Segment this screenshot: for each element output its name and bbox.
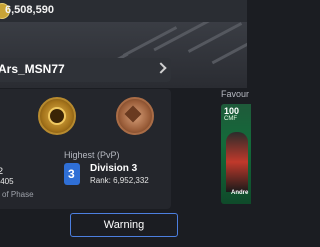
stat-value: 2 <box>0 166 4 176</box>
division-text: Division 3 <box>90 163 138 174</box>
warning-button-label: Warning <box>103 219 145 231</box>
rank-text: Rank: 6,952,332 <box>90 176 149 185</box>
warning-button[interactable]: Warning <box>70 213 178 237</box>
coin-balance: 6,508,590 <box>5 4 54 16</box>
stat-caption: l of Phase <box>0 190 34 199</box>
card-player-name: Andre <box>231 190 249 196</box>
favourite-player-card[interactable]: 100 CMF Andre <box>221 104 251 204</box>
profile-name: Ars_MSN77 <box>0 62 65 76</box>
profile-name-bar[interactable]: Ars_MSN77 <box>0 58 171 82</box>
stat-value-2: ,405 <box>0 177 14 186</box>
card-position: CMF <box>224 116 237 122</box>
top-bar: 6,508,590 <box>0 0 247 22</box>
division-badge-number: 3 <box>68 167 75 181</box>
favourite-label: Favour <box>221 89 250 99</box>
player-image <box>226 132 248 192</box>
chevron-right-icon <box>155 62 167 74</box>
bronze-medal-icon <box>116 97 154 135</box>
card-rating: 100 <box>224 106 240 116</box>
division-badge-icon: 3 <box>64 163 80 185</box>
highest-pvp-label: Highest (PvP) <box>64 150 120 160</box>
gold-medal-icon <box>38 97 76 135</box>
